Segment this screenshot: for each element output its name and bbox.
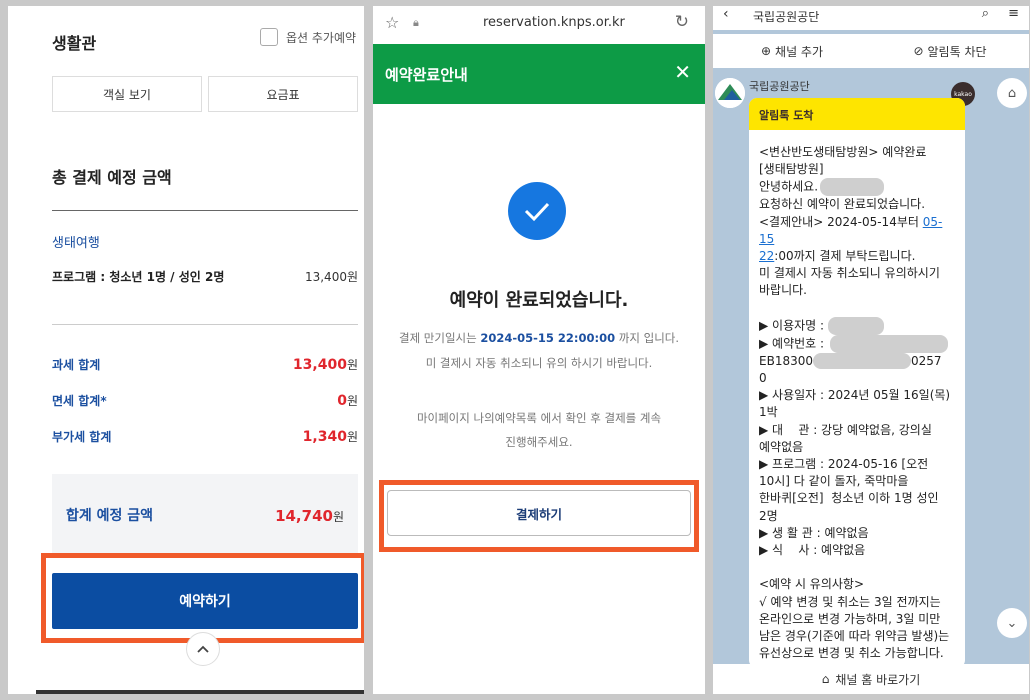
redacted-name bbox=[820, 178, 885, 197]
vat-label: 부가세 합계 bbox=[52, 430, 112, 444]
program-amount: 13,400원 bbox=[304, 270, 358, 284]
pay-button[interactable]: 결제하기 bbox=[387, 490, 691, 536]
add-channel-label: 채널 추가 bbox=[775, 44, 824, 59]
won-unit: 원 bbox=[346, 358, 358, 372]
due-suffix: 까지 입니다. bbox=[615, 331, 680, 345]
divider bbox=[52, 324, 358, 325]
reload-icon[interactable]: ↻ bbox=[675, 12, 689, 32]
alimtalk-message: 알림톡 도착 <변산반도생태탐방원> 예약완료 [생태탐방원] 안녕하세요. 요… bbox=[749, 98, 965, 668]
program-row: 프로그램 : 청소년 1명 / 성인 2명 13,400원 bbox=[52, 268, 358, 285]
won-unit: 원 bbox=[346, 394, 358, 408]
kakao-chat-panel: ‹ 국립공원공단 ⌕ ≡ ⊕ 채널 추가 ⊘ 알림톡 차단 국립공원공단 kak… bbox=[713, 6, 1029, 694]
rate-table-button[interactable]: 요금표 bbox=[208, 76, 358, 112]
view-rooms-button[interactable]: 객실 보기 bbox=[52, 76, 202, 112]
message-text: 요청하신 예약이 완료되었습니다. <결제안내> 2024-05-14부터 bbox=[759, 197, 926, 229]
channel-home-button[interactable]: ⌂ 채널 홈 바로가기 bbox=[713, 664, 1029, 694]
message-text: 0257 0 ▶ 사용일자 : 2024년 05월 16일(목) 1박 ▶ 대 … bbox=[759, 353, 951, 661]
message-text: EB18300 bbox=[759, 353, 813, 368]
exempt-amount: 0 bbox=[337, 393, 347, 409]
divider bbox=[52, 210, 358, 211]
search-icon[interactable]: ⌕ bbox=[982, 6, 989, 21]
program-label: 프로그램 : 청소년 1명 / 성인 2명 bbox=[52, 270, 225, 284]
message-link[interactable]: 22 bbox=[759, 249, 774, 263]
grand-total-label: 합계 예정 금액 bbox=[66, 508, 154, 524]
reserve-button[interactable]: 예약하기 bbox=[52, 573, 358, 629]
sender-avatar[interactable] bbox=[715, 78, 745, 108]
modal-title: 예약완료안내 bbox=[385, 66, 468, 84]
won-unit: 원 bbox=[332, 509, 344, 524]
cancel-notice: 미 결제시 자동 취소되니 유의 하시기 바랍니다. bbox=[425, 356, 653, 370]
modal-header: 예약완료안내 ✕ bbox=[373, 44, 705, 104]
option-add-checkbox[interactable]: 옵션 추가예약 bbox=[260, 28, 356, 46]
block-alimtalk-label: 알림톡 차단 bbox=[927, 44, 987, 59]
alimtalk-header: 알림톡 도착 bbox=[749, 98, 965, 130]
taxable-amount: 13,400 bbox=[292, 357, 347, 373]
check-icon bbox=[508, 182, 566, 240]
category-label: 생태여행 bbox=[52, 236, 100, 251]
star-icon[interactable]: ☆ bbox=[385, 13, 399, 32]
vat-row: 부가세 합계 1,340원 bbox=[52, 428, 358, 445]
taxable-row: 과세 합계 13,400원 bbox=[52, 356, 358, 373]
browser-address-bar[interactable]: ☆ 🔒︎ reservation.knps.or.kr ↻ bbox=[373, 6, 705, 42]
exempt-row: 면세 합계* 0원 bbox=[52, 392, 358, 409]
url-text[interactable]: reservation.knps.or.kr bbox=[483, 15, 625, 30]
vat-amount: 1,340 bbox=[302, 429, 347, 445]
chevron-up-icon[interactable] bbox=[186, 632, 220, 666]
home-icon: ⌂ bbox=[821, 672, 830, 686]
reservation-summary-panel: 생활관 옵션 추가예약 객실 보기 요금표 총 결제 예정 금액 생태여행 프로… bbox=[8, 6, 364, 694]
mypage-notice-2: 진행해주세요. bbox=[505, 435, 573, 449]
home-icon[interactable]: ⌂ bbox=[997, 78, 1027, 108]
channel-home-label: 채널 홈 바로가기 bbox=[835, 672, 921, 687]
channel-plus-icon: ⊕ bbox=[760, 44, 772, 58]
channel-toolbar: ⊕ 채널 추가 ⊘ 알림톡 차단 bbox=[713, 34, 1029, 68]
total-heading: 총 결제 예정 금액 bbox=[52, 168, 172, 187]
redacted-number bbox=[830, 334, 949, 353]
won-unit: 원 bbox=[346, 430, 358, 444]
page-title: 생활관 bbox=[52, 34, 97, 53]
close-icon[interactable]: ✕ bbox=[674, 60, 691, 84]
block-alimtalk-button[interactable]: ⊘ 알림톡 차단 bbox=[871, 34, 1029, 68]
block-icon: ⊘ bbox=[913, 44, 924, 58]
checkbox-icon[interactable] bbox=[260, 28, 278, 46]
mypage-notice-1: 마이페이지 나의예약목록 에서 확인 후 결제를 계속 bbox=[416, 411, 662, 425]
grand-total-amount: 14,740 bbox=[275, 506, 333, 525]
exempt-label: 면세 합계* bbox=[52, 394, 107, 408]
chat-name: 국립공원공단 bbox=[753, 10, 820, 24]
lock-icon: 🔒︎ bbox=[413, 16, 419, 29]
menu-icon[interactable]: ≡ bbox=[1008, 6, 1019, 21]
option-label: 옵션 추가예약 bbox=[286, 30, 357, 45]
message-text: ▶ 예약번호 : bbox=[759, 336, 825, 351]
due-text: 결제 만기일시는 2024-05-15 22:00:00 까지 입니다. bbox=[373, 326, 705, 350]
taxable-label: 과세 합계 bbox=[52, 358, 101, 372]
bottom-divider bbox=[36, 690, 364, 694]
redacted-user bbox=[827, 316, 884, 335]
complete-message: 예약이 완료되었습니다. bbox=[449, 290, 629, 311]
redacted-number bbox=[813, 353, 911, 370]
due-prefix: 결제 만기일시는 bbox=[398, 331, 481, 345]
add-channel-button[interactable]: ⊕ 채널 추가 bbox=[713, 34, 871, 68]
due-datetime: 2024-05-15 22:00:00 bbox=[480, 331, 616, 345]
back-arrow-icon[interactable]: ‹ bbox=[723, 6, 729, 22]
reservation-complete-panel: ☆ 🔒︎ reservation.knps.or.kr ↻ 예약완료안내 ✕ 예… bbox=[373, 6, 705, 694]
sender-name: 국립공원공단 bbox=[749, 80, 810, 93]
message-body: <변산반도생태탐방원> 예약완료 [생태탐방원] 안녕하세요. 요청하신 예약이… bbox=[749, 130, 965, 662]
chevron-down-icon[interactable]: ⌄ bbox=[997, 608, 1027, 638]
grand-total-box: 합계 예정 금액 14,740원 bbox=[52, 474, 358, 556]
chat-header: ‹ 국립공원공단 ⌕ ≡ bbox=[713, 6, 1029, 30]
